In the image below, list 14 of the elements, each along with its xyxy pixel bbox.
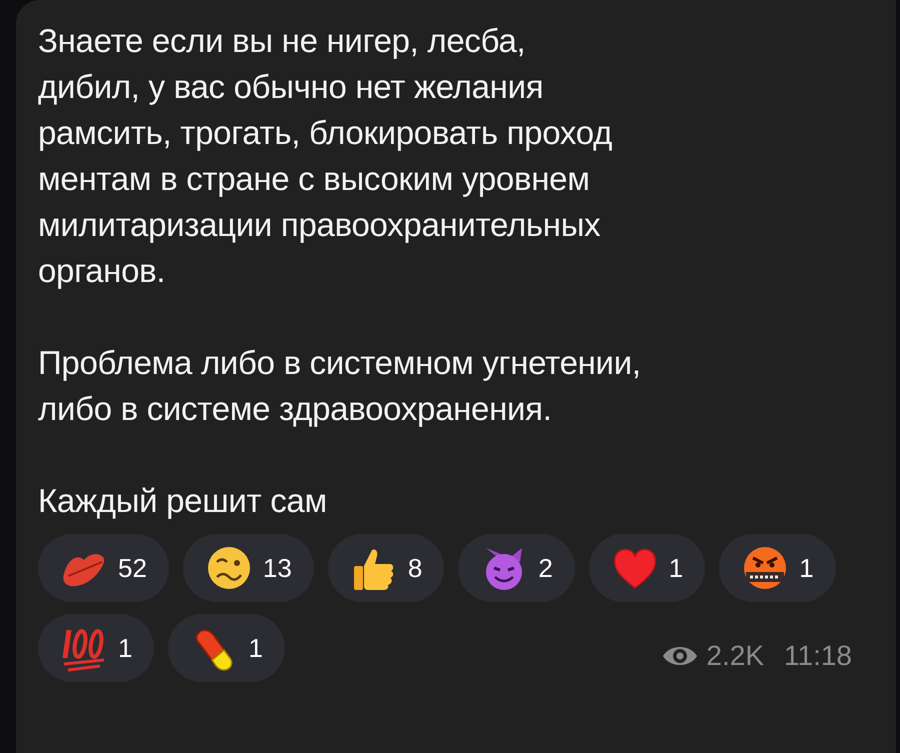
reaction-button[interactable]: 1 [168, 614, 285, 682]
reaction-button[interactable]: 1 [588, 534, 706, 602]
reaction-button[interactable]: 52 [38, 534, 169, 602]
message-text: Проблема либо в системном угнетении, либо в системе здравоохранения. [38, 343, 642, 429]
message-time: 11:18 [784, 640, 852, 672]
reaction-button[interactable]: 1 [38, 614, 154, 682]
reaction-button[interactable]: 1 [719, 534, 836, 602]
eye-icon [662, 644, 698, 668]
reaction-button[interactable]: 8 [328, 534, 444, 602]
view-count: 2.2K [706, 640, 764, 672]
message-text: Знаете если вы не нигер, лесба, дибил, у вас обычно нет желания рамсить, трогать, блокировать проход ментам в стране с высоким уровнем милитаризации правоохранительных органов. [38, 21, 614, 291]
reaction-button[interactable]: 13 [182, 534, 314, 602]
message-text: Каждый решит сам [38, 481, 328, 521]
reaction-button[interactable]: 2 [458, 534, 575, 602]
